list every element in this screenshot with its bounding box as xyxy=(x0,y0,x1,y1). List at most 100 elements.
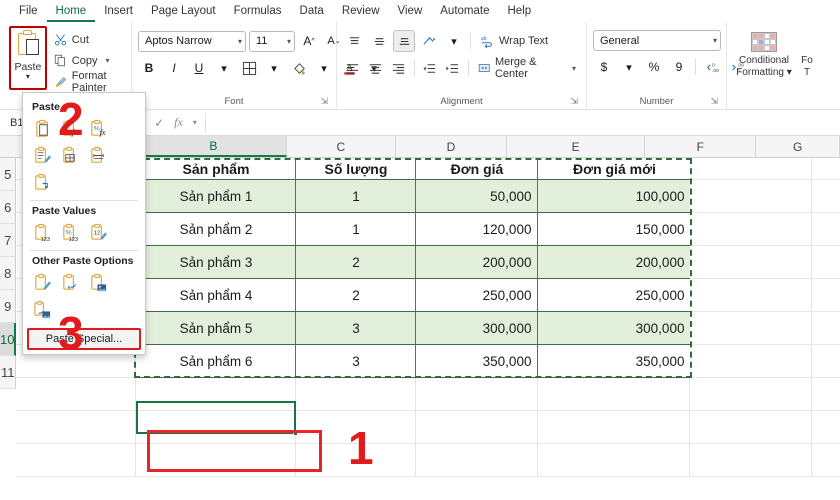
cell-d6[interactable]: 120,000 xyxy=(416,213,538,246)
number-format-combo[interactable]: General ▾ xyxy=(593,30,721,51)
chevron-down-icon[interactable]: ▾ xyxy=(572,64,576,73)
cell-d10[interactable]: 350,000 xyxy=(416,345,538,378)
cell-c8[interactable]: 2 xyxy=(296,279,416,312)
tab-automate[interactable]: Automate xyxy=(431,0,498,22)
cell-e8[interactable]: 250,000 xyxy=(538,279,690,312)
tab-help[interactable]: Help xyxy=(498,0,540,22)
cell-b5[interactable]: Sản phẩm 1 xyxy=(136,180,296,213)
formula-input[interactable] xyxy=(205,113,840,133)
chevron-down-icon[interactable]: ▾ xyxy=(193,118,197,127)
orientation-button[interactable] xyxy=(418,30,440,52)
cell-empty[interactable] xyxy=(690,411,812,444)
cell-e9[interactable]: 300,000 xyxy=(538,312,690,345)
row-header-6[interactable]: 6 xyxy=(0,191,16,224)
cell-empty[interactable] xyxy=(538,444,690,477)
cell-empty[interactable] xyxy=(416,444,538,477)
table-header-cell-2[interactable]: Đơn giá xyxy=(416,158,538,180)
cell-empty[interactable] xyxy=(812,411,840,444)
chevron-down-icon[interactable]: ▾ xyxy=(26,73,30,81)
cell-c10[interactable]: 3 xyxy=(296,345,416,378)
cell-d7[interactable]: 200,000 xyxy=(416,246,538,279)
cell-d9[interactable]: 300,000 xyxy=(416,312,538,345)
copy-button[interactable]: Copy ▾ xyxy=(51,51,125,70)
tab-insert[interactable]: Insert xyxy=(95,0,142,22)
cell-g6[interactable] xyxy=(812,213,840,246)
tab-view[interactable]: View xyxy=(389,0,432,22)
cell-d5[interactable]: 50,000 xyxy=(416,180,538,213)
row-header-9[interactable]: 9 xyxy=(0,290,16,323)
paste-keep-column-widths-icon[interactable] xyxy=(85,143,112,169)
currency-button[interactable]: $ xyxy=(593,56,615,78)
paste-formatting-icon[interactable] xyxy=(29,270,56,296)
cell-b10[interactable]: Sản phẩm 6 xyxy=(136,345,296,378)
align-right-button[interactable] xyxy=(389,57,409,79)
cell-g9[interactable] xyxy=(812,312,840,345)
tab-formulas[interactable]: Formulas xyxy=(225,0,291,22)
cell-g7[interactable] xyxy=(812,246,840,279)
cell-empty[interactable] xyxy=(538,378,690,411)
font-name-combo[interactable]: Aptos Narrow ▾ xyxy=(138,31,246,52)
align-center-button[interactable] xyxy=(366,57,386,79)
cell-f10[interactable] xyxy=(690,345,812,378)
cell-g10[interactable] xyxy=(812,345,840,378)
font-dialog-launcher-icon[interactable]: ⇲ xyxy=(320,94,328,108)
borders-button[interactable] xyxy=(238,57,260,79)
cell-c7[interactable]: 2 xyxy=(296,246,416,279)
align-left-button[interactable] xyxy=(343,57,363,79)
cell-b8[interactable]: Sản phẩm 4 xyxy=(136,279,296,312)
fx-icon[interactable]: fx xyxy=(174,115,183,130)
paste-values-source-formatting-icon[interactable]: 12 xyxy=(85,220,112,246)
cell-g5[interactable] xyxy=(812,180,840,213)
cell-empty[interactable] xyxy=(136,378,296,411)
paste-formulas-number-formatting-icon[interactable]: % fx xyxy=(85,116,112,142)
chevron-down-icon[interactable]: ▾ xyxy=(709,36,717,45)
paste-dropdown-menu[interactable]: Paste fx % fx xyxy=(22,92,146,355)
cell-empty[interactable] xyxy=(16,444,136,477)
column-header-e[interactable]: E xyxy=(507,136,645,157)
cell-empty[interactable] xyxy=(16,378,136,411)
chevron-down-icon[interactable]: ▾ xyxy=(234,37,242,46)
row-header-7[interactable]: 7 xyxy=(0,224,16,257)
bold-button[interactable]: B xyxy=(138,57,160,79)
paste-linked-picture-icon[interactable] xyxy=(29,297,56,323)
orientation-chevron-icon[interactable]: ▾ xyxy=(443,30,465,52)
column-header-c[interactable]: C xyxy=(287,136,396,157)
chevron-down-icon[interactable]: ▾ xyxy=(105,56,109,65)
percent-button[interactable]: % xyxy=(643,56,665,78)
cell-e6[interactable]: 150,000 xyxy=(538,213,690,246)
increase-decimal-button[interactable]: 0 .00 xyxy=(701,56,723,78)
tab-review[interactable]: Review xyxy=(333,0,389,22)
cell-empty[interactable] xyxy=(812,378,840,411)
paste-values-icon[interactable]: 123 xyxy=(29,220,56,246)
table-header-cell-3[interactable]: Đơn giá mới xyxy=(538,158,690,180)
paste-keep-source-formatting-icon[interactable] xyxy=(29,143,56,169)
row-header-11[interactable]: 11 xyxy=(0,356,16,389)
wrap-text-button[interactable]: ab Wrap Text xyxy=(476,31,552,52)
align-middle-button[interactable] xyxy=(368,30,390,52)
alignment-dialog-launcher-icon[interactable]: ⇲ xyxy=(570,94,578,108)
column-header-d[interactable]: D xyxy=(396,136,507,157)
tab-home[interactable]: Home xyxy=(47,0,96,22)
increase-font-size-button[interactable]: A^ xyxy=(298,30,320,52)
underline-button[interactable]: U xyxy=(188,57,210,79)
enter-icon[interactable]: ✓ xyxy=(154,116,164,130)
row-header-5[interactable]: 5 xyxy=(0,158,16,191)
column-header-g[interactable]: G xyxy=(756,136,840,157)
cell-empty[interactable] xyxy=(538,411,690,444)
cell-empty[interactable] xyxy=(136,444,296,477)
conditional-formatting-button[interactable]: Conditional Formatting ▾ xyxy=(733,28,795,79)
cut-button[interactable]: Cut xyxy=(51,30,125,49)
cell-e7[interactable]: 200,000 xyxy=(538,246,690,279)
number-dialog-launcher-icon[interactable]: ⇲ xyxy=(710,94,718,108)
cell-d8[interactable]: 250,000 xyxy=(416,279,538,312)
tab-file[interactable]: File xyxy=(10,0,47,22)
chevron-down-icon[interactable]: ▾ xyxy=(283,37,291,46)
column-header-f[interactable]: F xyxy=(645,136,756,157)
merge-center-button[interactable]: Merge & Center ▾ xyxy=(474,58,580,79)
paste-no-borders-icon[interactable] xyxy=(57,143,84,169)
cell-b9[interactable]: Sản phẩm 5 xyxy=(136,312,296,345)
font-size-combo[interactable]: 11 ▾ xyxy=(249,31,295,52)
paste-all-icon[interactable] xyxy=(29,116,56,142)
cell-empty[interactable] xyxy=(812,444,840,477)
table-header-cell-1[interactable]: Số lượng xyxy=(296,158,416,180)
